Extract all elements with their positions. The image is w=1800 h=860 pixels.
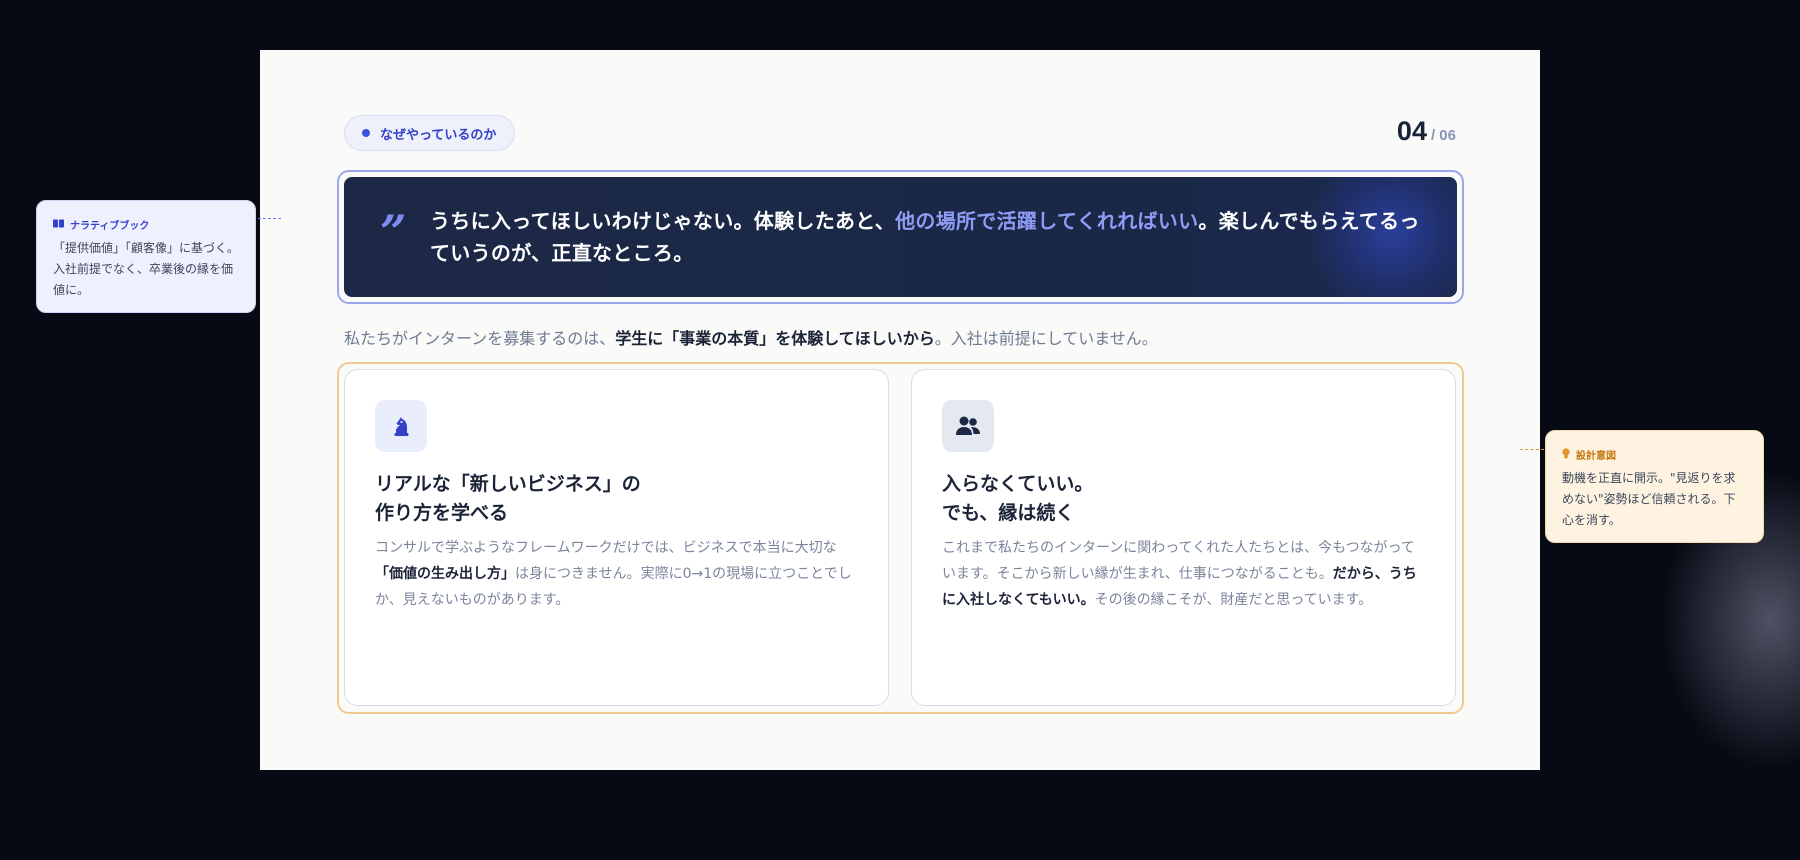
annotation-body: 動機を正直に開示。"見返りを求めない"姿勢ほど信頼される。下心を消す。 xyxy=(1562,471,1736,527)
lead-strong: 学生に「事業の本質」を体験してほしいから xyxy=(615,329,935,348)
feature-card-connection: 入らなくていい。 でも、縁は続く これまで私たちのインターンに関わってくれた人た… xyxy=(911,369,1456,706)
card-title-line1: 入らなくていい。 xyxy=(942,473,1094,495)
page-total: / 06 xyxy=(1430,127,1456,144)
card-title-line2: 作り方を学べる xyxy=(375,502,509,524)
annotation-connector-left xyxy=(258,218,281,219)
quote-text-highlight: 他の場所で活躍してくれればいい xyxy=(895,209,1199,233)
page-indicator: 04 / 06 xyxy=(1397,116,1456,147)
quote-mark-icon: ” xyxy=(380,205,407,259)
annotation-title-text: 設計意図 xyxy=(1576,451,1616,462)
annotation-narrative: ナラティブブック 「提供価値」「顧客像」に基づく。入社前提でなく、卒業後の縁を価… xyxy=(36,200,256,313)
annotation-title: 設計意図 xyxy=(1562,447,1747,462)
users-icon xyxy=(942,400,994,452)
annotation-body: 「提供価値」「顧客像」に基づく。入社前提でなく、卒業後の縁を価値に。 xyxy=(53,241,240,297)
annotation-title-text: ナラティブブック xyxy=(70,221,150,232)
card-body-before: コンサルで学ぶようなフレームワークだけでは、ビジネスで本当に大切な xyxy=(375,540,837,556)
card-body-strong: 「価値の生み出し方」 xyxy=(375,566,515,582)
lead-before: 私たちがインターンを募集するのは、 xyxy=(344,329,616,348)
card-title: リアルな「新しいビジネス」の 作り方を学べる xyxy=(375,470,855,528)
chess-knight-icon xyxy=(375,400,427,452)
annotation-title: ナラティブブック xyxy=(53,217,239,232)
section-tag: なぜやっているのか xyxy=(344,115,516,151)
annotation-connector-right xyxy=(1520,449,1544,450)
quote-text-before: うちに入ってほしいわけじゃない。体験したあと、 xyxy=(430,209,896,233)
card-body: コンサルで学ぶようなフレームワークだけでは、ビジネスで本当に大切な 「価値の生み出… xyxy=(375,535,860,613)
quote-block: ” うちに入ってほしいわけじゃない。体験したあと、他の場所で活躍してくれればいい… xyxy=(344,177,1457,297)
feature-card-learn: リアルな「新しいビジネス」の 作り方を学べる コンサルで学ぶようなフレームワーク… xyxy=(344,369,889,706)
book-icon xyxy=(53,219,64,231)
section-tag-label: なぜやっているのか xyxy=(380,127,497,143)
card-title-line1: リアルな「新しいビジネス」の xyxy=(375,473,641,495)
slide: なぜやっているのか 04 / 06 ” うちに入ってほしいわけじゃない。体験した… xyxy=(260,50,1800,770)
card-title: 入らなくていい。 でも、縁は続く xyxy=(942,470,1422,528)
lightbulb-icon xyxy=(1562,447,1570,462)
annotation-design-intent: 設計意図 動機を正直に開示。"見返りを求めない"姿勢ほど信頼される。下心を消す。 xyxy=(1545,430,1764,543)
lead-text: 私たちがインターンを募集するのは、学生に「事業の本質」を体験してほしいから。入社… xyxy=(344,325,1158,349)
quote-text: うちに入ってほしいわけじゃない。体験したあと、他の場所で活躍してくれればいい。楽… xyxy=(430,205,1420,269)
lead-after: 。入社は前提にしていません。 xyxy=(934,329,1158,348)
card-title-line2: でも、縁は続く xyxy=(942,502,1075,524)
page-current: 04 xyxy=(1396,116,1427,146)
card-body: これまで私たちのインターンに関わってくれた人たちとは、今もつながっています。そこ… xyxy=(942,535,1427,613)
dot-icon xyxy=(362,129,370,137)
card-body-after: その後の縁こそが、財産だと思っています。 xyxy=(1094,592,1373,608)
